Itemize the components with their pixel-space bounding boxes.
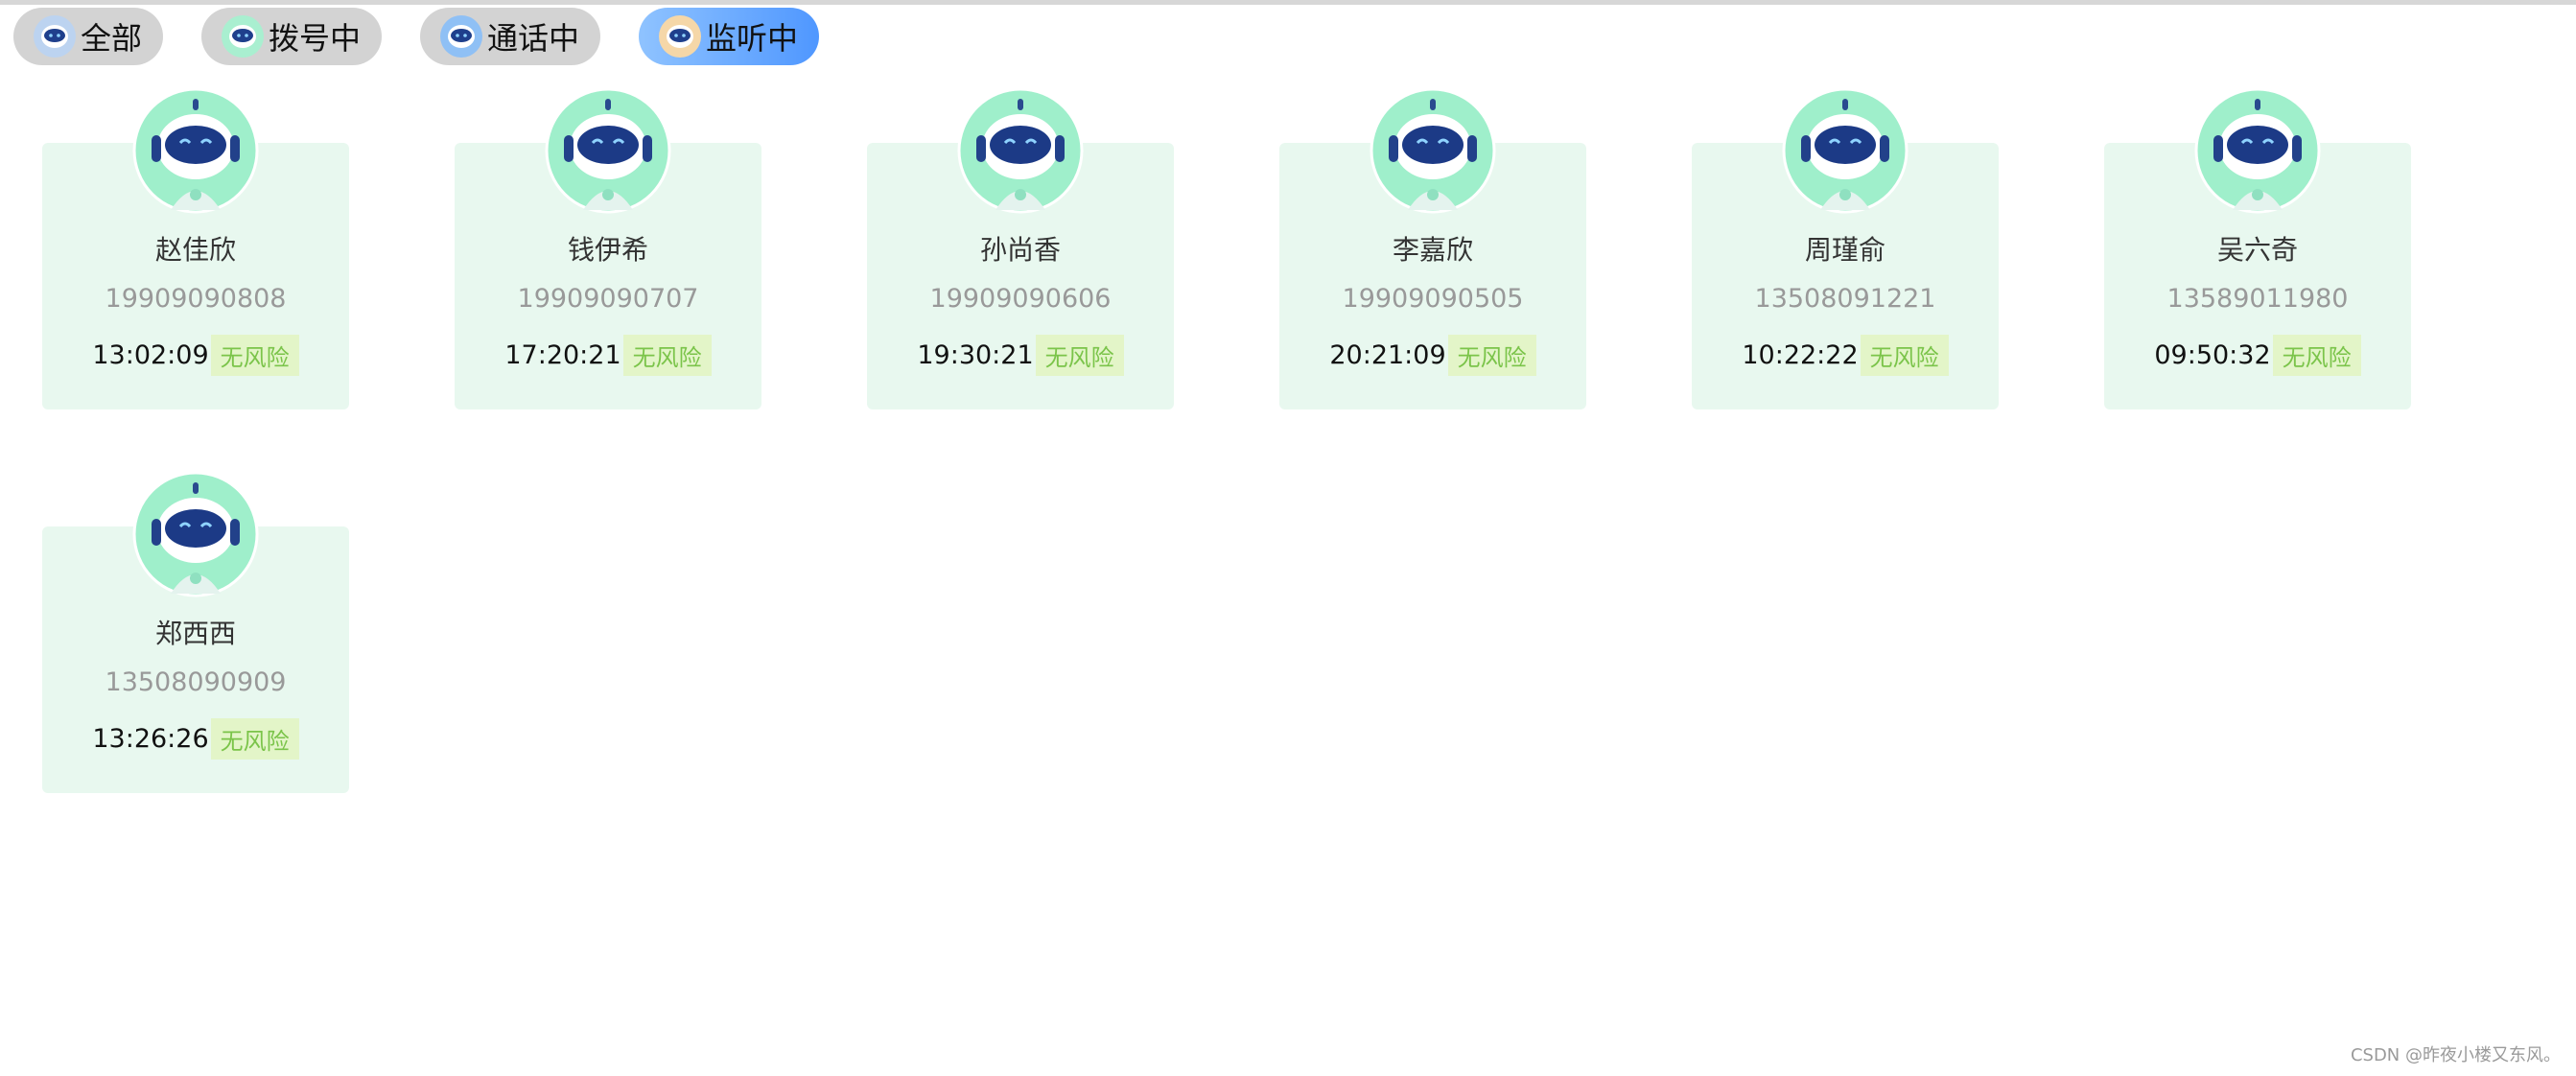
agent-phone: 13589011980 — [2166, 284, 2349, 314]
agent-card[interactable]: 孙尚香 19909090606 19:30:21 无风险 — [867, 87, 1174, 409]
filter-monitoring-button[interactable]: 监听中 — [639, 8, 820, 65]
agent-status-row: 20:21:09 无风险 — [1279, 335, 1586, 376]
call-time: 17:20:21 — [504, 340, 621, 370]
status-filter-bar: 全部 拨号中 通话中 监听中 — [13, 8, 820, 65]
risk-badge: 无风险 — [1860, 335, 1949, 376]
risk-badge: 无风险 — [210, 718, 299, 760]
robot-avatar-icon — [659, 15, 702, 58]
robot-avatar-icon — [132, 87, 259, 214]
agent-status-row: 09:50:32 无风险 — [2104, 335, 2411, 376]
agent-card[interactable]: 赵佳欣 19909090808 13:02:09 无风险 — [42, 87, 349, 409]
robot-avatar-icon — [1370, 87, 1496, 214]
agent-phone: 19909090505 — [1342, 284, 1524, 314]
call-time: 13:02:09 — [92, 340, 209, 370]
agent-status-row: 10:22:22 无风险 — [1692, 335, 1999, 376]
call-time: 10:22:22 — [1742, 340, 1859, 370]
agent-card[interactable]: 吴六奇 13589011980 09:50:32 无风险 — [2104, 87, 2411, 409]
filter-dialing-label: 拨号中 — [269, 20, 362, 57]
agent-phone: 19909090707 — [517, 284, 699, 314]
risk-badge: 无风险 — [2272, 335, 2361, 376]
filter-dialing-button[interactable]: 拨号中 — [201, 8, 383, 65]
agent-name: 郑西西 — [154, 618, 236, 649]
robot-avatar-icon — [545, 87, 671, 214]
agent-name: 周瑾俞 — [1804, 234, 1885, 266]
robot-avatar-icon — [132, 471, 259, 597]
agent-name: 赵佳欣 — [154, 234, 236, 266]
robot-avatar-icon — [440, 15, 483, 58]
agent-name: 钱伊希 — [567, 234, 648, 266]
agent-phone: 19909090606 — [929, 284, 1112, 314]
filter-in-call-label: 通话中 — [487, 20, 580, 57]
robot-avatar-icon — [34, 15, 76, 58]
risk-badge: 无风险 — [622, 335, 712, 376]
agent-phone: 13508090909 — [105, 667, 287, 697]
call-time: 20:21:09 — [1329, 340, 1446, 370]
filter-all-label: 全部 — [81, 20, 143, 57]
agent-phone: 13508091221 — [1754, 284, 1936, 314]
filter-all-button[interactable]: 全部 — [13, 8, 164, 65]
robot-avatar-icon — [957, 87, 1084, 214]
watermark: CSDN @昨夜小楼又东风。 — [2350, 1045, 2561, 1065]
agent-status-row: 19:30:21 无风险 — [867, 335, 1174, 376]
robot-avatar-icon — [2194, 87, 2321, 214]
call-time: 09:50:32 — [2154, 340, 2271, 370]
filter-in-call-button[interactable]: 通话中 — [420, 8, 601, 65]
agent-card[interactable]: 李嘉欣 19909090505 20:21:09 无风险 — [1279, 87, 1586, 409]
agent-card[interactable]: 郑西西 13508090909 13:26:26 无风险 — [42, 471, 349, 793]
agent-status-row: 13:02:09 无风险 — [42, 335, 349, 376]
call-time: 19:30:21 — [917, 340, 1034, 370]
call-time: 13:26:26 — [92, 724, 209, 754]
agent-phone: 19909090808 — [105, 284, 287, 314]
agent-card[interactable]: 周瑾俞 13508091221 10:22:22 无风险 — [1692, 87, 1999, 409]
robot-avatar-icon — [222, 15, 265, 58]
agent-status-row: 13:26:26 无风险 — [42, 718, 349, 760]
risk-badge: 无风险 — [1447, 335, 1536, 376]
robot-avatar-icon — [1782, 87, 1909, 214]
filter-monitoring-label: 监听中 — [706, 20, 799, 57]
agent-name: 吴六奇 — [2216, 234, 2298, 266]
risk-badge: 无风险 — [1035, 335, 1124, 376]
monitor-page: 全部 拨号中 通话中 监听中 赵佳欣 19909090808 13:02:09 … — [0, 0, 2576, 1076]
agent-status-row: 17:20:21 无风险 — [455, 335, 761, 376]
agent-card[interactable]: 钱伊希 19909090707 17:20:21 无风险 — [455, 87, 761, 409]
risk-badge: 无风险 — [210, 335, 299, 376]
agent-name: 孙尚香 — [979, 234, 1061, 266]
agent-name: 李嘉欣 — [1392, 234, 1473, 266]
top-divider — [0, 0, 2576, 5]
